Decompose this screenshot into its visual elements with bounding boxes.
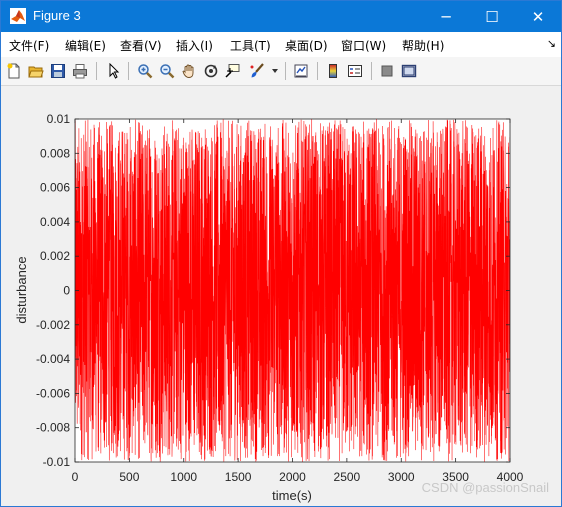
- toolbar-separator: [317, 62, 318, 80]
- x-tick-label: 0: [72, 470, 79, 484]
- watermark-text: CSDN @passionSnail: [422, 480, 549, 495]
- toolbar-separator: [128, 62, 129, 80]
- zoom-out-button[interactable]: [157, 61, 177, 81]
- y-tick-label: -0.002: [36, 318, 70, 332]
- show-plot-tools-button[interactable]: [399, 61, 419, 81]
- toolbar-separator: [96, 62, 97, 80]
- zoom-in-icon: [138, 64, 153, 79]
- y-tick-label: 0.002: [40, 249, 70, 263]
- legend-icon: [348, 65, 362, 77]
- new-figure-button[interactable]: [4, 61, 24, 81]
- hide-plot-tools-icon: [381, 65, 393, 77]
- y-axis-label: disturbance: [14, 256, 29, 323]
- save-icon: [51, 64, 65, 78]
- brush-icon: [250, 63, 264, 78]
- print-icon: [73, 64, 87, 79]
- print-button[interactable]: [70, 61, 90, 81]
- x-tick-label: 2000: [279, 470, 306, 484]
- maximize-button[interactable]: ☐: [469, 1, 515, 32]
- save-button[interactable]: [48, 61, 68, 81]
- x-tick-label: 1000: [170, 470, 197, 484]
- brush-dropdown-button[interactable]: [269, 61, 281, 81]
- x-tick-label: 500: [119, 470, 139, 484]
- colorbar-button[interactable]: [323, 61, 343, 81]
- menu-tools[interactable]: 工具(T): [230, 37, 271, 54]
- x-tick-label: 1500: [225, 470, 252, 484]
- pointer-icon: [109, 63, 120, 79]
- link-plot-icon: [294, 64, 308, 78]
- menu-overflow-icon[interactable]: ↘: [547, 37, 556, 50]
- x-tick-label: 2500: [334, 470, 361, 484]
- menu-bar: 文件(F) 编辑(E) 查看(V) 插入(I) 工具(T) 桌面(D) 窗口(W…: [1, 32, 561, 57]
- y-tick-label: -0.006: [36, 386, 70, 400]
- brush-button[interactable]: [247, 61, 267, 81]
- pan-icon: [182, 64, 194, 78]
- x-axis-label: time(s): [272, 488, 312, 503]
- window-title: Figure 3: [33, 8, 81, 23]
- toolbar-separator: [371, 62, 372, 80]
- figure-window: Figure 3 ─ ☐ ✕ 文件(F) 编辑(E) 查看(V) 插入(I) 工…: [0, 0, 562, 507]
- zoom-out-icon: [160, 64, 175, 79]
- matlab-logo-icon: [10, 8, 26, 24]
- y-tick-label: 0: [63, 284, 70, 298]
- show-plot-tools-icon: [401, 64, 417, 78]
- line-plot[interactable]: 0 500 1000 1500 2000 2500 3000 3500 4000 -0.01-0…: [1, 86, 561, 506]
- y-tick-label: 0.004: [40, 215, 70, 229]
- open-file-icon: [28, 66, 44, 78]
- y-tick-label: -0.004: [36, 352, 70, 366]
- menu-insert[interactable]: 插入(I): [176, 37, 213, 54]
- rotate-3d-button[interactable]: [201, 61, 221, 81]
- data-cursor-button[interactable]: [223, 61, 243, 81]
- x-tick-label: 3000: [388, 470, 415, 484]
- menu-desktop[interactable]: 桌面(D): [285, 37, 328, 54]
- minimize-button[interactable]: ─: [423, 1, 469, 32]
- data-cursor-icon: [225, 64, 240, 78]
- rotate-3d-icon: [204, 64, 218, 78]
- title-bar[interactable]: Figure 3 ─ ☐ ✕: [1, 1, 561, 32]
- legend-button[interactable]: [345, 61, 365, 81]
- menu-help[interactable]: 帮助(H): [402, 37, 444, 54]
- y-tick-label: 0.006: [40, 181, 70, 195]
- link-plot-button[interactable]: [291, 61, 311, 81]
- menu-view[interactable]: 查看(V): [120, 37, 162, 54]
- y-tick-label: 0.01: [47, 112, 71, 126]
- pointer-button[interactable]: [104, 61, 124, 81]
- new-figure-icon: [7, 63, 20, 79]
- close-button[interactable]: ✕: [515, 1, 561, 32]
- menu-window[interactable]: 窗口(W): [341, 37, 386, 54]
- menu-file[interactable]: 文件(F): [9, 37, 49, 54]
- colorbar-icon: [329, 64, 337, 78]
- y-tick-label: -0.008: [36, 421, 70, 435]
- hide-plot-tools-button[interactable]: [377, 61, 397, 81]
- y-tick-label: -0.01: [43, 455, 71, 469]
- open-file-button[interactable]: [26, 61, 46, 81]
- toolbar-separator: [285, 62, 286, 80]
- menu-edit[interactable]: 编辑(E): [65, 37, 106, 54]
- figure-canvas: 0 500 1000 1500 2000 2500 3000 3500 4000 -0.01 -0…: [1, 86, 561, 506]
- zoom-in-button[interactable]: [135, 61, 155, 81]
- y-tick-label: 0.008: [40, 146, 70, 160]
- brush-dropdown-icon: [272, 69, 278, 73]
- pan-button[interactable]: [179, 61, 199, 81]
- toolbar: [1, 57, 561, 86]
